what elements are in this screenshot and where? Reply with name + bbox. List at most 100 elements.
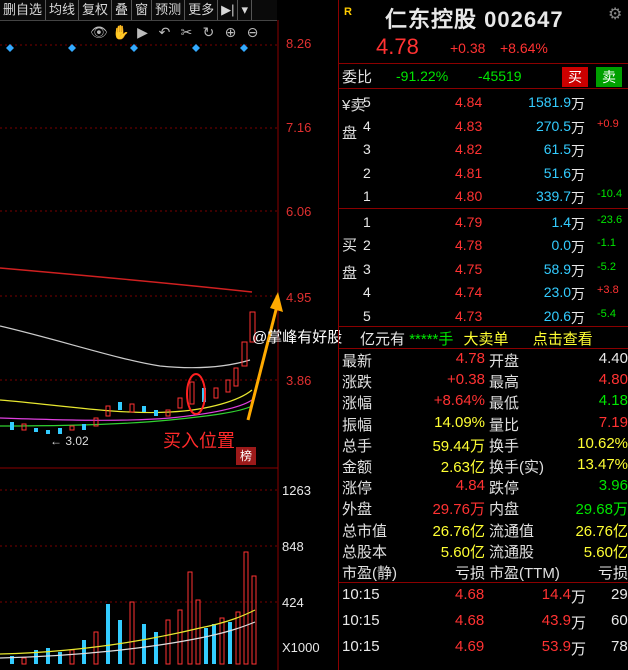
price-change-pct: +8.64%: [500, 40, 548, 56]
book-change: -10.4: [597, 188, 623, 201]
rank-badge[interactable]: 榜: [236, 447, 256, 465]
tick-unit: 万: [571, 589, 587, 606]
stat-value: 29.76万: [432, 501, 485, 519]
buy-annotation: 买入位置: [163, 431, 235, 451]
book-level: 2: [363, 237, 371, 254]
book-unit: 万: [571, 309, 585, 326]
stat-label: 外盘: [342, 501, 373, 519]
price-tick: 6.06: [286, 204, 312, 219]
book-price: 4.83: [455, 117, 483, 134]
book-price: 4.74: [455, 284, 483, 301]
book-volume: 58.9: [543, 260, 571, 277]
stat-value: 14.09%: [434, 413, 485, 431]
toolbar-item[interactable]: ▾: [238, 0, 253, 20]
toolbar-item[interactable]: ▶|: [218, 0, 239, 20]
candles: [10, 311, 256, 434]
volume-tick: 1263: [282, 483, 311, 498]
toolbar-item[interactable]: 复权: [79, 0, 113, 20]
stat-label: 最低: [489, 395, 520, 413]
ticker-bar[interactable]: 亿元有 *****手 大卖单 点击查看: [360, 328, 593, 349]
ticker-stars: *****手: [409, 331, 454, 348]
stat-label: 内盘: [489, 501, 520, 519]
price-tick: 8.26: [286, 36, 312, 51]
stat-value: 26.76亿: [432, 522, 485, 540]
book-unit: 万: [571, 96, 585, 112]
book-change: +0.9: [597, 117, 619, 130]
book-level: 5: [363, 94, 371, 110]
stat-value: 7.19: [598, 413, 628, 431]
book-volume: 270.5: [535, 117, 571, 134]
book-unit: 万: [571, 216, 585, 232]
stat-label: 总股本: [342, 543, 388, 561]
stat-value: 29.68万: [575, 501, 628, 519]
tick-extra: 78: [611, 638, 628, 655]
stat-label: 换手(实): [489, 459, 544, 476]
price-tick: 4.95: [286, 290, 312, 305]
stat-value: 4.80: [598, 371, 628, 389]
volume-tick: 424: [282, 595, 304, 610]
ma-line-red: [0, 267, 253, 293]
book-price: 4.81: [455, 164, 483, 181]
ma-line-green: [0, 405, 253, 427]
stat-label: 涨跌: [342, 374, 373, 392]
toolbar-item[interactable]: 叠: [112, 0, 133, 20]
ma-line-white: [0, 325, 251, 369]
book-level: 4: [363, 117, 371, 134]
ticker-big-order: 大卖单: [463, 331, 509, 348]
stat-label: 流通股: [489, 543, 535, 561]
arrow-icon: [246, 301, 280, 421]
toolbar-item[interactable]: 更多: [185, 0, 219, 20]
low-price-label: ← 3.02: [50, 434, 89, 448]
volume-tick: X1000: [282, 640, 320, 655]
gear-icon[interactable]: ⚙: [608, 4, 622, 24]
book-level: 5: [363, 307, 371, 324]
volume-tick: 848: [282, 539, 304, 554]
tick-time: 10:15: [342, 638, 380, 655]
stat-value: 4.78: [455, 350, 485, 367]
toolbar-item[interactable]: 删自选: [0, 0, 47, 20]
book-price: 4.82: [455, 141, 483, 158]
weibi-diff: -45519: [478, 68, 522, 84]
book-level: 2: [363, 164, 371, 181]
stock-code: 002647: [484, 7, 564, 32]
stat-value: +0.38: [447, 371, 485, 389]
stock-title: 仁东控股 002647: [385, 2, 564, 34]
book-level: 1: [363, 188, 371, 205]
ticker-link[interactable]: 点击查看: [533, 331, 593, 348]
buy-button[interactable]: 买: [562, 67, 588, 87]
tick-volume: 43.9: [541, 612, 571, 629]
stat-label: 量比: [489, 416, 520, 434]
book-volume: 51.6: [543, 164, 571, 181]
stat-label: 金额: [342, 459, 373, 476]
panel-divider: [338, 0, 339, 670]
stat-label: 流通值: [489, 522, 535, 540]
weibi-label: 委比: [342, 69, 373, 86]
book-price: 4.78: [455, 237, 483, 254]
tick-time: 10:15: [342, 586, 380, 603]
toolbar-item[interactable]: 窗: [132, 0, 153, 20]
toolbar-item[interactable]: 均线: [46, 0, 80, 20]
book-level: 4: [363, 284, 371, 301]
stat-label: 市盈(静): [342, 565, 397, 582]
stat-value: 10.62%: [577, 434, 628, 452]
ticker-text: 亿元有: [360, 331, 406, 348]
price-change: +0.38: [450, 40, 486, 56]
toolbar-item[interactable]: 预测: [152, 0, 186, 20]
book-unit: 万: [571, 190, 585, 207]
stat-label: 涨停: [342, 480, 373, 498]
stat-label: 振幅: [342, 416, 373, 434]
stat-label: 开盘: [489, 353, 520, 370]
stat-value: 5.60亿: [440, 543, 485, 561]
price-tick: 3.86: [286, 373, 312, 388]
book-level: 3: [363, 141, 371, 158]
stock-badge: R: [344, 6, 352, 18]
stat-value: 13.47%: [577, 456, 628, 473]
stat-value: +8.64%: [433, 392, 485, 410]
sell-button[interactable]: 卖: [596, 67, 622, 87]
book-change: -5.4: [597, 307, 616, 320]
volume-bars: [10, 551, 257, 665]
watermark: @掌峰有好股: [252, 329, 343, 346]
book-price: 4.84: [455, 94, 483, 110]
weibi-ratio: -91.22%: [396, 68, 449, 84]
tick-unit: 万: [571, 615, 587, 632]
